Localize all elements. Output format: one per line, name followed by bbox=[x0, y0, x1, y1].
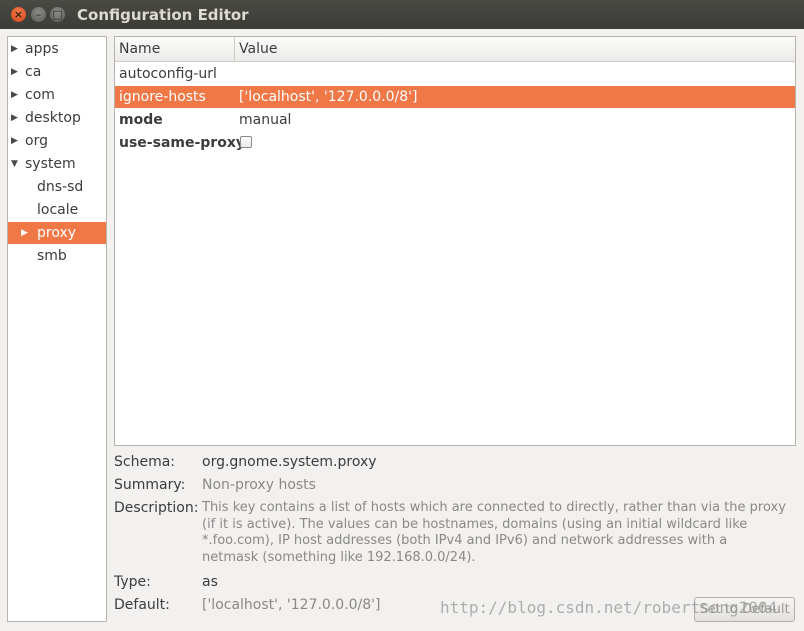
close-icon[interactable]: × bbox=[11, 7, 26, 22]
expander-right-icon[interactable]: ▶ bbox=[11, 130, 21, 152]
tree-item-org[interactable]: ▶ org bbox=[8, 130, 106, 152]
table-row[interactable]: mode manual bbox=[115, 109, 795, 131]
description-label: Description: bbox=[114, 500, 199, 516]
table-row[interactable]: autoconfig-url bbox=[115, 63, 795, 85]
tree-item-label: proxy bbox=[37, 225, 77, 241]
column-header-name[interactable]: Name bbox=[115, 37, 235, 61]
tree-item-proxy[interactable]: ▶ proxy bbox=[8, 222, 106, 244]
tree-item-com[interactable]: ▶ com bbox=[8, 84, 106, 106]
expander-down-icon[interactable]: ▼ bbox=[11, 153, 21, 175]
table-header: Name Value bbox=[115, 37, 795, 62]
minimize-icon[interactable]: – bbox=[31, 7, 46, 22]
title-bar: × – □ Configuration Editor bbox=[0, 0, 804, 29]
window-title: Configuration Editor bbox=[77, 6, 249, 24]
maximize-icon[interactable]: □ bbox=[50, 7, 65, 22]
tree-item-label: dns-sd bbox=[37, 179, 84, 195]
key-value[interactable]: ['localhost', '127.0.0.0/8'] bbox=[239, 86, 417, 108]
expander-right-icon[interactable]: ▶ bbox=[11, 38, 21, 60]
schema-value: org.gnome.system.proxy bbox=[202, 454, 377, 470]
use-same-proxy-checkbox[interactable] bbox=[240, 136, 252, 148]
tree-item-desktop[interactable]: ▶ desktop bbox=[8, 107, 106, 129]
description-value: This key contains a list of hosts which … bbox=[202, 500, 796, 566]
expander-right-icon[interactable]: ▶ bbox=[11, 61, 21, 83]
type-label: Type: bbox=[114, 574, 151, 590]
table-row[interactable]: ignore-hosts ['localhost', '127.0.0.0/8'… bbox=[115, 86, 795, 108]
tree-item-label: org bbox=[25, 133, 48, 149]
tree-item-label: system bbox=[25, 156, 76, 172]
tree-item-label: com bbox=[25, 87, 55, 103]
summary-label: Summary: bbox=[114, 477, 186, 493]
key-value[interactable]: manual bbox=[239, 109, 291, 131]
tree-item-locale[interactable]: locale bbox=[8, 199, 106, 221]
expander-right-icon[interactable]: ▶ bbox=[11, 84, 21, 106]
tree-item-label: apps bbox=[25, 41, 59, 57]
tree-item-system[interactable]: ▼ system bbox=[8, 153, 106, 175]
description-line: netmask (something like 192.168.0.0/24). bbox=[202, 549, 476, 565]
description-line: *.foo.com), IP host addresses (both IPv4… bbox=[202, 533, 728, 548]
default-label: Default: bbox=[114, 597, 170, 613]
watermark: http://blog.csdn.net/robertsong2004 bbox=[440, 598, 778, 617]
column-header-value[interactable]: Value bbox=[235, 37, 795, 61]
expander-right-icon[interactable]: ▶ bbox=[11, 107, 21, 129]
key-name: autoconfig-url bbox=[119, 66, 217, 82]
summary-value: Non-proxy hosts bbox=[202, 477, 316, 493]
type-value: as bbox=[202, 574, 218, 590]
schema-tree[interactable]: ▶ apps ▶ ca ▶ com ▶ desktop ▶ org ▼ syst… bbox=[7, 36, 107, 622]
description-line: This key contains a list of hosts which … bbox=[202, 500, 786, 515]
description-line: (if it is active). The values can be hos… bbox=[202, 516, 748, 532]
tree-item-label: smb bbox=[37, 248, 67, 264]
tree-item-label: ca bbox=[25, 64, 42, 80]
tree-item-label: desktop bbox=[25, 110, 81, 126]
keys-table[interactable]: Name Value autoconfig-url ignore-hosts [… bbox=[114, 36, 796, 446]
key-name: ignore-hosts bbox=[119, 89, 206, 105]
expander-right-icon[interactable]: ▶ bbox=[21, 222, 31, 244]
tree-item-label: locale bbox=[37, 202, 79, 218]
key-name: use-same-proxy bbox=[119, 135, 245, 151]
schema-label: Schema: bbox=[114, 454, 176, 470]
tree-item-dns-sd[interactable]: dns-sd bbox=[8, 176, 106, 198]
tree-item-ca[interactable]: ▶ ca bbox=[8, 61, 106, 83]
tree-item-apps[interactable]: ▶ apps bbox=[8, 38, 106, 60]
tree-item-smb[interactable]: smb bbox=[8, 245, 106, 267]
table-row[interactable]: use-same-proxy bbox=[115, 132, 795, 154]
key-name: mode bbox=[119, 112, 163, 128]
